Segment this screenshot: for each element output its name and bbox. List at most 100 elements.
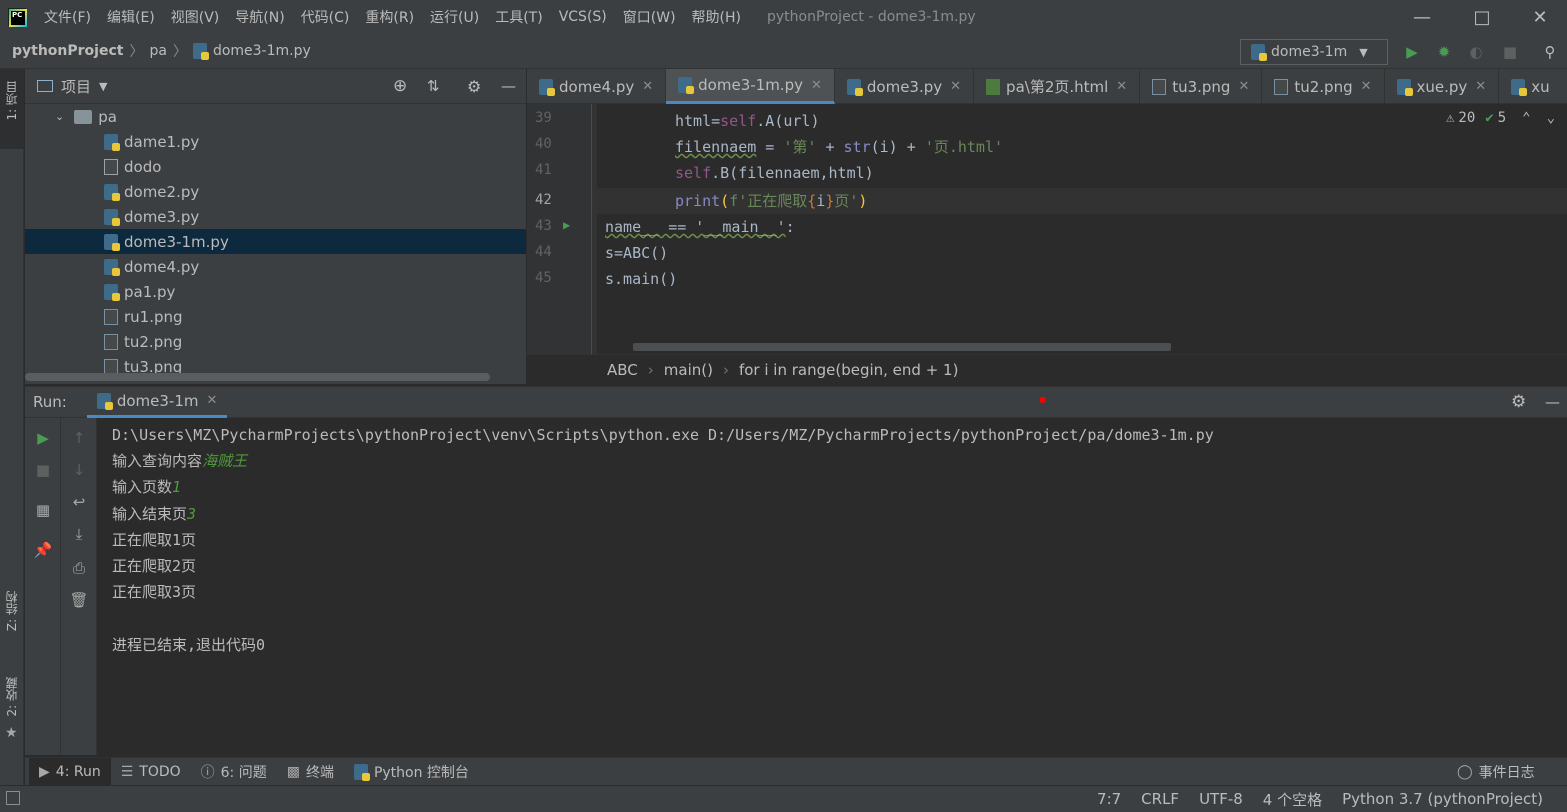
console-line: 输入结束页3 <box>112 501 1567 527</box>
tree-file-row[interactable]: pa1.py <box>25 279 526 304</box>
coverage-icon[interactable]: ◐ <box>1466 42 1486 62</box>
menu-tools[interactable]: 工具(T) <box>495 7 542 27</box>
folder-icon <box>74 109 93 124</box>
tool-tab-project[interactable]: 1: 项目 <box>3 81 20 121</box>
menu-edit[interactable]: 编辑(E) <box>107 7 155 27</box>
editor-tab[interactable]: pa\第2页.html ✕ <box>974 69 1141 104</box>
tree-folder-pa[interactable]: ⌄ pa <box>25 104 526 129</box>
trash-icon[interactable]: 🗑 <box>69 590 89 610</box>
tool-tab-structure[interactable]: Z: 结构 <box>3 591 20 631</box>
editor-tab[interactable]: xue.py ✕ <box>1385 69 1500 104</box>
soft-wrap-icon[interactable]: ↩ <box>69 492 89 512</box>
run-icon[interactable]: ▶ <box>1402 42 1422 62</box>
indent-setting[interactable]: 4 个空格 <box>1263 789 1322 810</box>
menu-help[interactable]: 帮助(H) <box>692 7 741 27</box>
scroll-to-end-icon[interactable]: ⤓ <box>69 524 89 544</box>
close-icon[interactable]: ✕ <box>1361 79 1372 94</box>
tool-tab-python-console[interactable]: Python 控制台 <box>344 758 479 786</box>
chevron-up-icon[interactable]: ⌃ <box>1522 110 1530 126</box>
close-icon[interactable]: ✕ <box>1238 79 1249 94</box>
gear-icon[interactable]: ⚙ <box>467 77 481 96</box>
debug-icon[interactable]: ✹ <box>1434 42 1454 62</box>
close-icon[interactable]: ✕ <box>950 79 961 94</box>
layout-icon[interactable]: ▦ <box>33 500 53 520</box>
list-icon: ☰ <box>120 763 134 780</box>
stop-icon[interactable]: ■ <box>1500 42 1520 62</box>
editor-tab[interactable]: xu <box>1499 69 1561 104</box>
breadcrumb-folder[interactable]: pa <box>149 43 166 59</box>
menu-window[interactable]: 窗口(W) <box>623 7 676 27</box>
breadcrumb-method[interactable]: main() <box>664 361 713 379</box>
editor-tab-active[interactable]: dome3-1m.py ✕ <box>666 69 835 104</box>
close-icon[interactable]: ✕ <box>1475 79 1486 94</box>
arrow-down-icon[interactable]: ↓ <box>69 460 89 480</box>
pin-icon[interactable]: 📌 <box>33 540 53 560</box>
run-console[interactable]: D:\Users\MZ\PycharmProjects\pythonProjec… <box>97 418 1567 755</box>
breadcrumb-project[interactable]: pythonProject <box>12 43 123 59</box>
tree-file-row-selected[interactable]: dome3-1m.py <box>25 229 526 254</box>
tool-tab-run[interactable]: ▶ 4: Run <box>29 757 111 786</box>
tool-tab-event-log[interactable]: ◯ 事件日志 <box>1447 758 1545 786</box>
chevron-down-icon[interactable]: ▼ <box>99 80 107 93</box>
caret-position[interactable]: 7:7 <box>1097 790 1121 808</box>
python-interpreter[interactable]: Python 3.7 (pythonProject) <box>1342 790 1543 808</box>
tool-tab-todo[interactable]: ☰ TODO <box>111 758 191 786</box>
close-icon[interactable]: ✕ <box>811 78 822 93</box>
rerun-icon[interactable]: ▶ <box>33 428 53 448</box>
python-file-icon <box>1251 44 1267 61</box>
project-panel-title[interactable]: 项目 <box>61 76 91 97</box>
hide-icon[interactable]: — <box>1545 393 1560 411</box>
arrow-up-icon[interactable]: ↑ <box>69 428 89 448</box>
inspection-widget[interactable]: ⚠ 20 ✔ 5 ⌃ ⌄ <box>1446 110 1555 126</box>
menu-view[interactable]: 视图(V) <box>171 7 220 27</box>
tool-tab-favorites[interactable]: 2: 收藏 <box>3 677 20 717</box>
tree-file-row[interactable]: ru1.png <box>25 304 526 329</box>
editor-tab[interactable]: tu2.png ✕ <box>1262 69 1385 104</box>
chevron-down-icon[interactable]: ⌄ <box>1547 110 1555 126</box>
run-config-dropdown[interactable]: dome3-1m ▼ <box>1240 39 1388 65</box>
menu-run[interactable]: 运行(U) <box>430 7 479 27</box>
tree-file-row[interactable]: dodo <box>25 154 526 179</box>
run-tab[interactable]: dome3-1m ✕ <box>86 386 228 418</box>
menu-file[interactable]: 文件(F) <box>44 7 91 27</box>
gear-icon[interactable]: ⚙ <box>1511 392 1526 412</box>
breadcrumb-loop[interactable]: for i in range(begin, end + 1) <box>739 361 958 379</box>
editor-horizontal-scrollbar[interactable] <box>633 343 1171 351</box>
tree-file-row[interactable]: dome4.py <box>25 254 526 279</box>
tool-tab-terminal[interactable]: ▩ 终端 <box>277 758 344 786</box>
toggle-tool-windows-icon[interactable] <box>6 791 20 805</box>
file-encoding[interactable]: UTF-8 <box>1199 790 1243 808</box>
menu-navigate[interactable]: 导航(N) <box>235 7 284 27</box>
menu-refactor[interactable]: 重构(R) <box>365 7 414 27</box>
tree-file-row[interactable]: dome3.py <box>25 204 526 229</box>
menu-vcs[interactable]: VCS(S) <box>559 9 607 25</box>
close-icon[interactable]: ✕ <box>206 393 217 408</box>
close-icon[interactable]: ✕ <box>1116 79 1127 94</box>
editor-tab[interactable]: dome4.py ✕ <box>527 69 667 104</box>
hide-icon[interactable]: — <box>501 77 516 95</box>
breadcrumb-file[interactable]: dome3-1m.py <box>213 43 311 59</box>
locate-icon[interactable]: ⊕ <box>393 76 407 96</box>
collapse-all-icon[interactable]: ⇅ <box>427 77 440 95</box>
tree-horizontal-scrollbar[interactable] <box>25 373 490 381</box>
tree-file-row[interactable]: dame1.py <box>25 129 526 154</box>
search-icon[interactable]: ⚲ <box>1540 42 1560 62</box>
breadcrumb-class[interactable]: ABC <box>607 361 638 379</box>
tool-tab-problems[interactable]: ⓘ 6: 问题 <box>191 758 277 786</box>
editor-tab[interactable]: dome3.py ✕ <box>835 69 975 104</box>
line-separator[interactable]: CRLF <box>1141 790 1179 808</box>
maximize-icon[interactable]: □ <box>1452 0 1512 34</box>
run-toolbar-secondary: ↑ ↓ ↩ ⤓ ⎙ 🗑 <box>61 418 97 755</box>
run-gutter-icon[interactable]: ▶ <box>563 218 570 232</box>
code-breadcrumbs: ABC › main() › for i in range(begin, end… <box>527 354 1567 384</box>
tree-file-row[interactable]: dome2.py <box>25 179 526 204</box>
close-icon[interactable]: ✕ <box>642 79 653 94</box>
close-icon[interactable]: ✕ <box>1510 0 1567 34</box>
menu-code[interactable]: 代码(C) <box>301 7 350 27</box>
print-icon[interactable]: ⎙ <box>69 558 89 578</box>
code-editor[interactable]: 39 40 41 42 43 44 45 ▶ html=self.A(url) … <box>527 104 1567 354</box>
minimize-icon[interactable]: — <box>1392 0 1452 34</box>
tree-file-row[interactable]: tu2.png <box>25 329 526 354</box>
stop-icon[interactable]: ■ <box>33 460 53 480</box>
editor-tab[interactable]: tu3.png ✕ <box>1140 69 1263 104</box>
